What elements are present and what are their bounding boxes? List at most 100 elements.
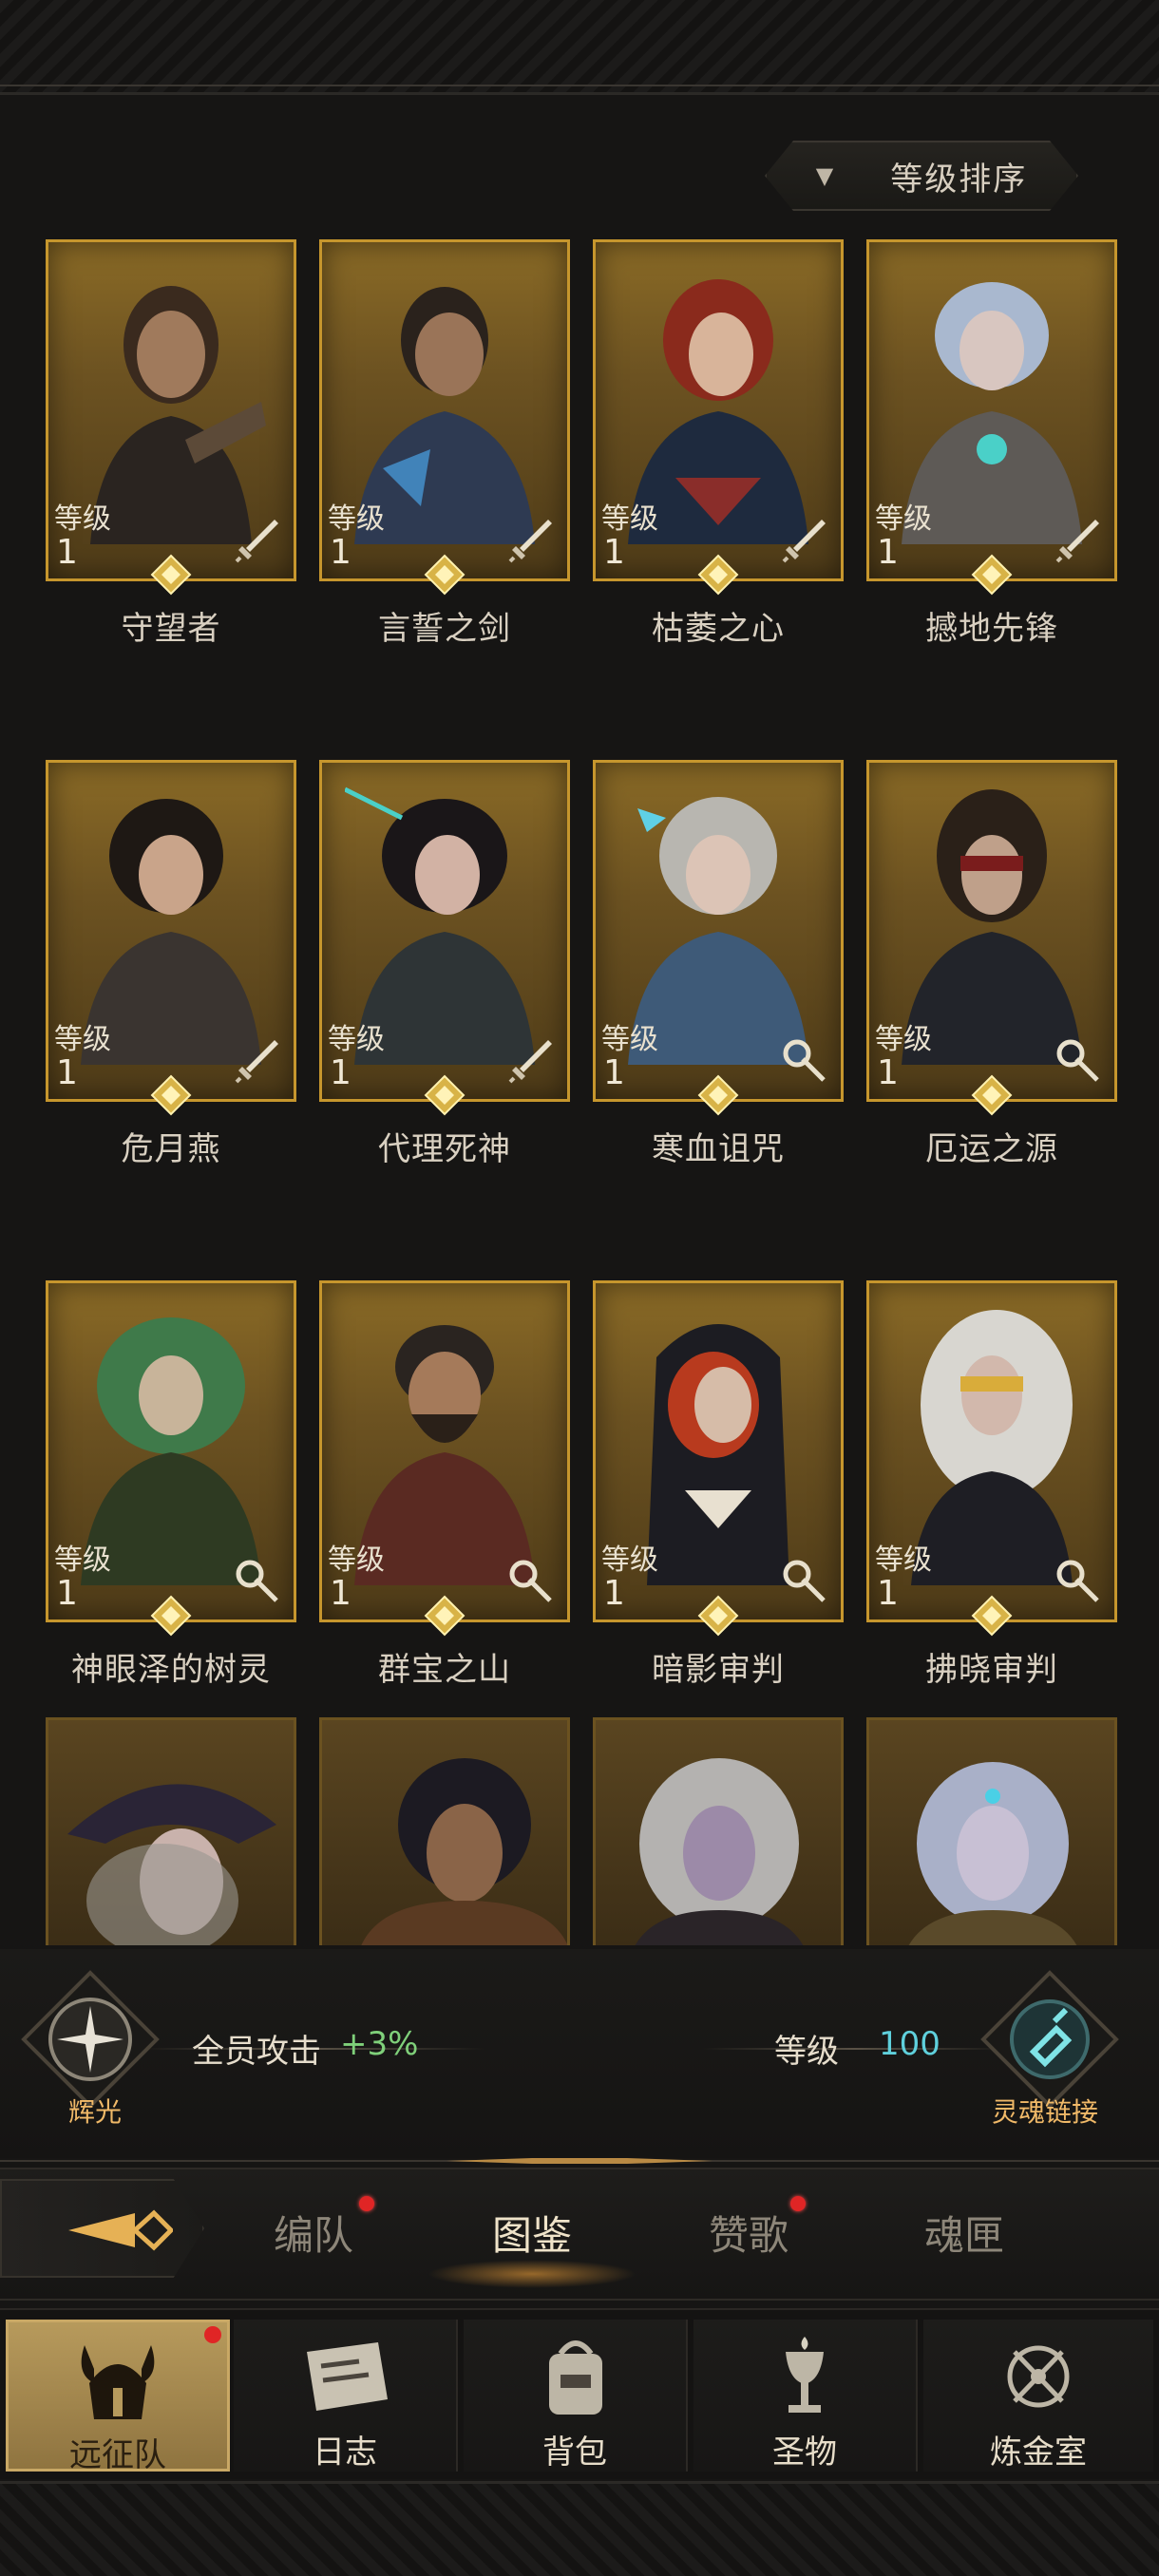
hero-name: 暗影审判 [652,1651,785,1689]
hero-card[interactable]: 等级 1 群宝之山 [319,1280,570,1690]
radiance-label: 辉光 [67,2096,122,2128]
hero-portrait [361,1758,567,1945]
nav-relics[interactable]: 圣物 [694,2320,918,2472]
rarity-gem-icon [424,1595,466,1637]
soul-link-label: 灵魂链接 [991,2096,1098,2128]
level-label: 等级 [601,1544,658,1577]
hero-card-frame: 等级 1 [593,239,844,596]
hero-grid: 等级 1 守望者 等级 1 言誓之剑 等级 1 枯萎之心 等级 1 撼地先锋 等… [0,0,1159,1947]
rarity-gem-icon [150,554,192,596]
hero-name: 代理死神 [378,1130,511,1168]
back-button[interactable] [0,2179,204,2278]
hero-card-frame: 等级 1 [866,1280,1117,1637]
level-label: 等级 [328,1544,385,1577]
active-tab-glow [428,2260,636,2288]
hero-card[interactable]: 等级 1 拂晓审判 [866,1280,1117,1690]
level-label: 等级 [875,502,932,536]
chalice-icon [786,2337,824,2413]
level-value: 1 [56,1574,78,1613]
hero-card[interactable]: 等级 1 言誓之剑 [319,239,570,649]
tab-formation[interactable]: 编队 [247,2204,380,2262]
sword-icon [782,520,826,563]
sword-icon [508,520,552,563]
tab-hymn[interactable]: 赞歌 [682,2204,815,2262]
level-label: 等级 [875,1023,932,1056]
level-value: 1 [330,1053,352,1092]
level-value: 1 [56,533,78,572]
sword-icon [1055,520,1099,563]
hero-name: 神眼泽的树灵 [71,1651,271,1689]
level-label: 等级 [601,1023,658,1056]
hero-name: 寒血诅咒 [652,1130,785,1168]
tab-codex[interactable]: 图鉴 [466,2204,598,2262]
hero-card[interactable]: 等级 1 神眼泽的树灵 [46,1280,296,1690]
level-value: 1 [603,533,625,572]
level-value: 1 [603,1053,625,1092]
hero-card-frame: 等级 1 [319,760,570,1116]
sword-icon [235,520,278,563]
hero-portrait [635,1758,804,1945]
rarity-gem-icon [971,1595,1013,1637]
hero-card-partial[interactable] [866,1717,1117,1945]
hero-name: 守望者 [121,610,221,648]
staff-icon [783,1039,826,1082]
collection-level-label: 等级 [774,2033,839,2071]
soul-link-badge-icon[interactable] [978,1968,1121,2111]
nav-alchemy[interactable]: 炼金室 [923,2320,1153,2472]
hero-card[interactable]: 等级 1 危月燕 [46,760,296,1169]
hero-card[interactable]: 等级 1 寒血诅咒 [593,760,844,1169]
ornament-divider [0,2158,1159,2164]
level-value: 1 [56,1053,78,1092]
radiance-badge-icon[interactable] [19,1968,162,2111]
hero-card-frame: 等级 1 [46,1280,296,1637]
hero-card-frame: 等级 1 [319,1280,570,1637]
level-label: 等级 [328,1023,385,1056]
scroll-icon [307,2342,388,2411]
nav-backpack[interactable]: 背包 [464,2320,688,2472]
rarity-gem-icon [424,554,466,596]
nav-journal[interactable]: 日志 [234,2320,458,2472]
nav-label: 炼金室 [990,2434,1087,2472]
staff-icon [1056,1560,1099,1602]
level-label: 等级 [328,502,385,536]
tab-soul-box[interactable]: 魂匣 [898,2204,1031,2262]
team-attack-label: 全员攻击 [192,2033,321,2071]
level-value: 1 [877,533,899,572]
rarity-gem-icon [697,1595,739,1637]
helmet-icon [81,2345,155,2419]
hero-card-frame: 等级 1 [593,760,844,1116]
hero-card[interactable]: 等级 1 暗影审判 [593,1280,844,1690]
hero-card-partial[interactable] [593,1717,844,1945]
hero-card-partial[interactable] [319,1717,570,1945]
level-value: 1 [877,1053,899,1092]
hero-name: 危月燕 [121,1130,221,1168]
notification-dot [359,2196,374,2211]
level-label: 等级 [54,1023,111,1056]
hero-card[interactable]: 等级 1 代理死神 [319,760,570,1169]
staff-icon [236,1560,278,1602]
hero-card-frame: 等级 1 [866,760,1117,1116]
hero-name: 撼地先锋 [925,610,1058,648]
hero-name: 厄运之源 [925,1130,1058,1168]
hero-card[interactable]: 等级 1 厄运之源 [866,760,1117,1169]
rarity-gem-icon [971,1074,1013,1116]
nav-label: 日志 [313,2434,377,2472]
bag-icon [549,2340,602,2415]
hero-card-partial[interactable] [46,1717,296,1945]
hero-card-frame: 等级 1 [46,239,296,596]
hero-name: 言誓之剑 [378,610,511,648]
hero-card[interactable]: 等级 1 撼地先锋 [866,239,1117,649]
hero-portrait [67,1784,276,1945]
sword-icon [508,1040,552,1084]
hero-card-frame: 等级 1 [593,1280,844,1637]
hero-name: 枯萎之心 [652,610,785,648]
rarity-gem-icon [150,1595,192,1637]
nav-expedition[interactable]: 远征队 [6,2320,230,2474]
notification-dot [204,2326,221,2343]
bottom-ornament-border [0,2481,1159,2576]
back-arrow-icon [68,2209,173,2251]
nav-label: 圣物 [772,2434,837,2472]
hero-card[interactable]: 等级 1 枯萎之心 [593,239,844,649]
hero-card[interactable]: 等级 1 守望者 [46,239,296,649]
alchemy-icon [1007,2345,1070,2408]
